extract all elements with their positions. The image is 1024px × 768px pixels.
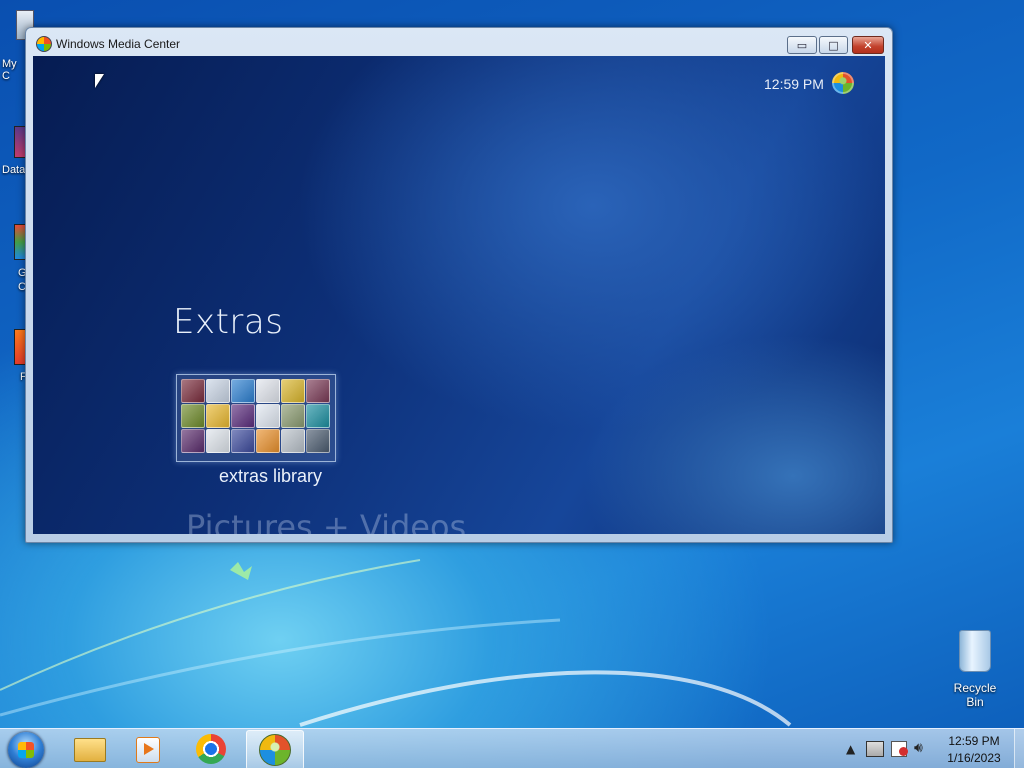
extras-app-icon bbox=[231, 404, 255, 428]
extras-app-icon bbox=[181, 404, 205, 428]
volume-icon[interactable]: 🔊︎ bbox=[914, 740, 923, 756]
taskbar-button-media-center[interactable] bbox=[246, 730, 304, 768]
windows-orb-icon[interactable] bbox=[832, 72, 854, 94]
media-center-icon bbox=[36, 36, 52, 52]
taskbar-clock[interactable]: 12:59 PM 1/16/2023 bbox=[938, 733, 1010, 767]
chrome-icon bbox=[196, 734, 226, 764]
extras-app-icon bbox=[256, 429, 280, 453]
media-center-content[interactable]: 12:59 PM Extras extras library Pictures … bbox=[33, 56, 885, 534]
windows-logo-icon bbox=[18, 742, 34, 758]
extras-app-icon bbox=[281, 404, 305, 428]
extras-app-icon bbox=[256, 379, 280, 403]
extras-app-icon bbox=[206, 429, 230, 453]
section-title-pictures-videos[interactable]: Pictures + Videos bbox=[186, 508, 466, 534]
media-center-window[interactable]: Windows Media Center ▭ □ ✕ 12:59 PM Extr… bbox=[25, 27, 893, 543]
tray-date: 1/16/2023 bbox=[947, 751, 1001, 765]
extras-app-icon bbox=[231, 379, 255, 403]
extras-app-icon bbox=[306, 429, 330, 453]
desktop-swoosh bbox=[0, 559, 792, 727]
extras-library-label[interactable]: extras library bbox=[219, 466, 322, 487]
extras-app-icon bbox=[181, 429, 205, 453]
desktop-icon-recycle-bin[interactable]: Recycle Bin bbox=[944, 630, 1006, 709]
close-icon: ✕ bbox=[863, 38, 873, 52]
show-hidden-icons-icon[interactable]: ▲ bbox=[846, 742, 855, 756]
taskbar: ▲ 🔊︎ 12:59 PM 1/16/2023 bbox=[0, 728, 1024, 768]
desktop-icon-data[interactable]: Data bbox=[0, 120, 28, 180]
maximize-icon: □ bbox=[828, 38, 839, 52]
mouse-cursor-icon bbox=[95, 74, 104, 88]
minimize-icon: ▭ bbox=[796, 38, 808, 52]
extras-app-icon bbox=[256, 404, 280, 428]
desktop-icon-chrome[interactable]: G C bbox=[0, 220, 28, 300]
extras-app-icon bbox=[181, 379, 205, 403]
extras-library-tile[interactable] bbox=[176, 374, 336, 462]
window-title: Windows Media Center bbox=[56, 37, 181, 51]
network-icon[interactable] bbox=[866, 741, 884, 757]
start-button[interactable] bbox=[8, 732, 44, 768]
taskbar-button-media-player[interactable] bbox=[120, 730, 176, 768]
maximize-button[interactable]: □ bbox=[819, 36, 848, 54]
desktop-icon-firefox[interactable]: F bbox=[0, 325, 28, 387]
taskbar-button-file-explorer[interactable] bbox=[62, 730, 118, 768]
window-titlebar[interactable]: Windows Media Center ▭ □ ✕ bbox=[26, 28, 892, 56]
extras-app-icon bbox=[206, 379, 230, 403]
desktop-icon-my-computer[interactable]: My C bbox=[0, 10, 34, 82]
extras-app-icon bbox=[281, 379, 305, 403]
section-title-extras: Extras bbox=[173, 302, 284, 342]
extras-app-icon bbox=[306, 379, 330, 403]
folder-icon bbox=[74, 738, 106, 762]
minimize-button[interactable]: ▭ bbox=[787, 36, 817, 54]
tray-time: 12:59 PM bbox=[948, 734, 1000, 748]
media-center-clock: 12:59 PM bbox=[764, 76, 824, 92]
extras-app-icon bbox=[306, 404, 330, 428]
desktop-icon-label: Data bbox=[2, 164, 26, 176]
extras-app-icon bbox=[281, 429, 305, 453]
recycle-bin-icon bbox=[959, 630, 991, 672]
recycle-bin-label: Recycle Bin bbox=[953, 681, 997, 709]
taskbar-button-chrome[interactable] bbox=[184, 730, 240, 768]
extras-app-icon bbox=[206, 404, 230, 428]
media-center-icon bbox=[259, 734, 291, 766]
show-desktop-button[interactable] bbox=[1014, 729, 1024, 768]
play-icon bbox=[144, 743, 154, 755]
desktop-icon-label: My C bbox=[2, 58, 17, 82]
extras-app-icon bbox=[231, 429, 255, 453]
action-center-alert-icon bbox=[899, 747, 908, 756]
extras-icon-grid bbox=[181, 379, 330, 453]
close-button[interactable]: ✕ bbox=[852, 36, 884, 54]
